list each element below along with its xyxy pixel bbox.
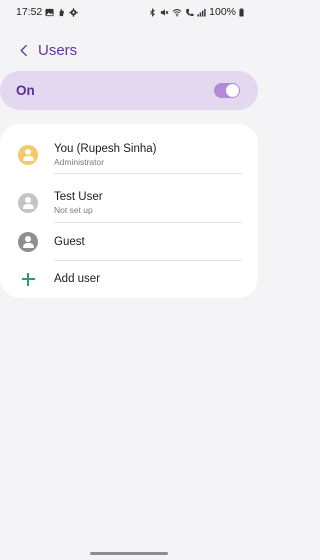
user-row-owner[interactable]: You (Rupesh Sinha) Administrator — [0, 136, 258, 174]
toggle-knob — [226, 84, 239, 97]
user-name: You (Rupesh Sinha) — [54, 143, 157, 155]
user-text: Guest — [54, 236, 85, 248]
header: Users — [0, 38, 258, 62]
status-bar-left: 17:52 — [16, 6, 79, 18]
users-card: You (Rupesh Sinha) Administrator Test Us… — [0, 124, 258, 298]
user-name: Test User — [54, 191, 103, 203]
user-row-guest[interactable]: Guest — [0, 228, 258, 256]
call-icon — [186, 8, 194, 16]
status-time: 17:52 — [16, 6, 43, 18]
page-title: Users — [38, 41, 78, 59]
user-name: Guest — [54, 236, 85, 248]
toggle-label: On — [16, 83, 35, 98]
user-avatar-icon — [18, 193, 38, 213]
back-button[interactable] — [8, 38, 38, 62]
user-status: Not set up — [54, 205, 93, 215]
hand-icon — [59, 8, 65, 16]
user-role: Administrator — [54, 157, 105, 167]
divider — [54, 173, 242, 174]
mute-icon — [161, 8, 169, 16]
navigation-handle[interactable] — [90, 552, 168, 555]
add-user-button[interactable]: Add user — [0, 266, 258, 292]
add-user-label: Add user — [54, 273, 101, 285]
signal-icon — [197, 8, 206, 17]
user-row-test-user[interactable]: Test User Not set up — [0, 184, 258, 222]
user-avatar-icon — [18, 145, 38, 165]
wifi-icon — [172, 8, 182, 16]
user-text: You (Rupesh Sinha) Administrator — [54, 143, 157, 167]
user-text: Test User Not set up — [54, 191, 103, 215]
bluetooth-icon — [150, 7, 156, 17]
divider — [54, 260, 242, 261]
divider — [54, 222, 242, 223]
status-bar-right: 100% — [148, 6, 244, 18]
battery-percent: 100% — [209, 6, 236, 18]
plus-icon — [18, 269, 38, 289]
users-master-toggle[interactable]: On — [0, 71, 258, 110]
gallery-icon — [45, 8, 54, 16]
chevron-left-icon — [20, 44, 27, 56]
add-user-text: Add user — [54, 273, 100, 285]
toggle-switch[interactable] — [214, 83, 240, 98]
battery-icon — [239, 7, 244, 16]
guest-avatar-icon — [18, 232, 38, 252]
status-bar: 17:52 100% — [0, 0, 258, 24]
settings-icon — [69, 7, 79, 17]
